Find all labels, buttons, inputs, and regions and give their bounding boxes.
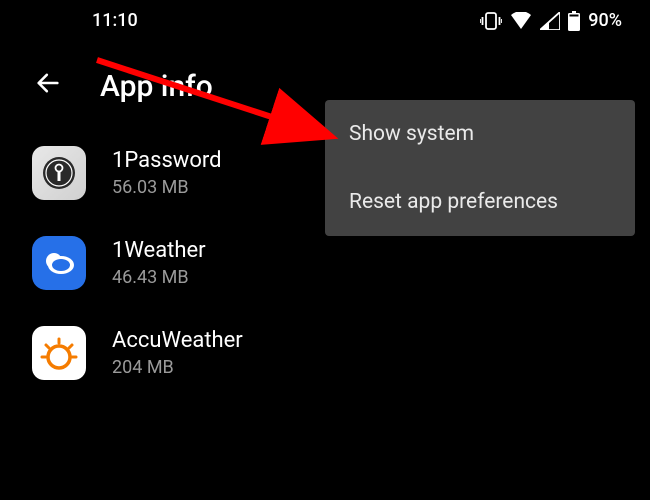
app-icon-1password [32, 146, 86, 200]
status-icons: 90% [480, 10, 622, 31]
battery-icon [568, 11, 580, 31]
vibrate-icon [480, 12, 502, 30]
app-name: 1Password [112, 148, 222, 173]
wifi-icon [510, 12, 532, 30]
back-arrow-icon[interactable] [34, 69, 62, 104]
menu-item-show-system[interactable]: Show system [325, 100, 635, 168]
app-item[interactable]: AccuWeather 204 MB [32, 308, 630, 398]
app-size: 204 MB [112, 357, 243, 378]
app-icon-accuweather [32, 326, 86, 380]
page-title: App info [100, 69, 213, 104]
status-time: 11:10 [92, 10, 138, 31]
app-icon-1weather [32, 236, 86, 290]
app-name: 1Weather [112, 238, 206, 263]
overflow-menu: Show system Reset app preferences [325, 100, 635, 236]
app-name: AccuWeather [112, 328, 243, 353]
app-size: 46.43 MB [112, 267, 206, 288]
menu-item-reset-prefs[interactable]: Reset app preferences [325, 168, 635, 236]
app-size: 56.03 MB [112, 177, 222, 198]
signal-icon [540, 12, 560, 30]
status-bar: 11:10 90% [0, 0, 650, 41]
battery-percent: 90% [588, 10, 622, 31]
